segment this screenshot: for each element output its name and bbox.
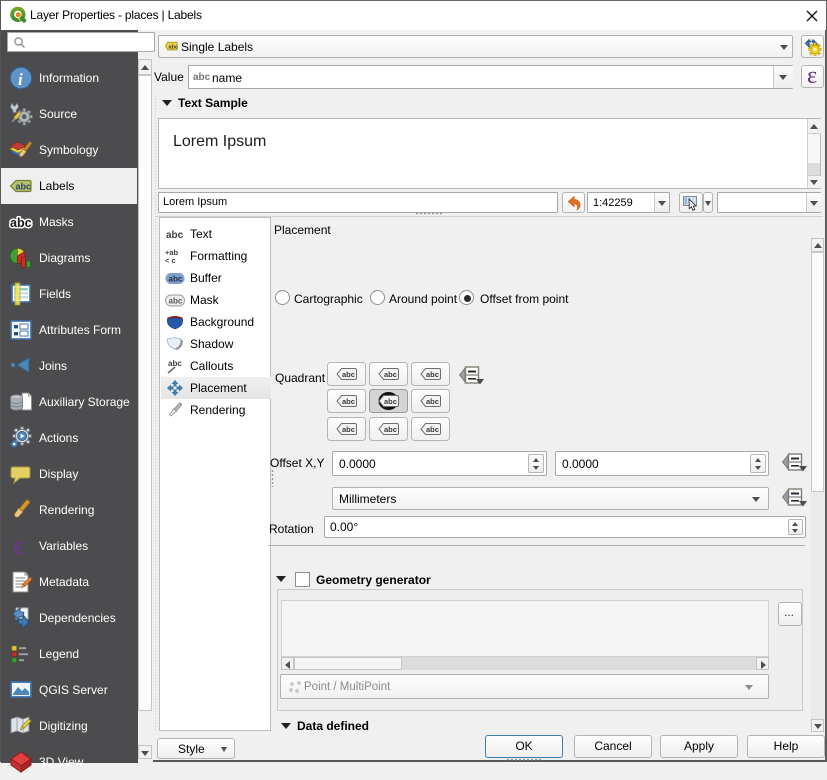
svg-text:abc: abc — [166, 230, 184, 241]
svg-text:i: i — [18, 70, 23, 89]
svg-text:< c: < c — [165, 256, 176, 264]
svg-text:abc: abc — [168, 359, 182, 368]
svg-text:abc: abc — [10, 216, 32, 230]
svg-text:ε: ε — [13, 534, 24, 558]
svg-text:abc: abc — [169, 297, 183, 306]
svg-text:abc: abc — [168, 45, 178, 51]
svg-text:abc: abc — [16, 182, 32, 192]
svg-text:abc: abc — [169, 275, 183, 284]
